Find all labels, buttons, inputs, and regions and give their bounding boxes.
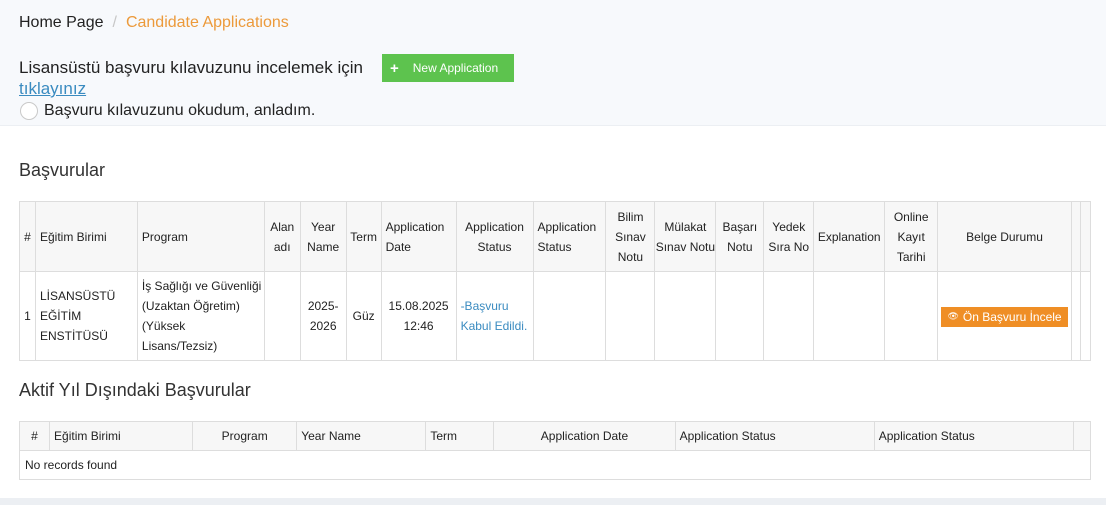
applications-header-row: # Eğitim Birimi Program Alan adı Year Na… — [19, 201, 1092, 272]
row-extra-2 — [1079, 271, 1092, 361]
row-science-score — [605, 271, 656, 361]
applications-title: Başvurular — [19, 160, 106, 180]
guide-read-label: Başvuru kılavuzunu okudum, anladım. — [44, 102, 316, 119]
new-application-button[interactable]: + New Application — [382, 54, 514, 82]
col-explanation: Explanation — [813, 201, 886, 272]
row-document-status: 👁 Ön Başvuru İncele — [937, 271, 1072, 361]
col-year: Year Name — [299, 201, 347, 272]
inactive-col-status: Application Status — [674, 421, 875, 451]
row-online-reg-date — [884, 271, 939, 361]
table-row: No records found — [19, 450, 1091, 480]
no-records-text: No records found — [19, 450, 1091, 480]
new-application-label: New Application — [412, 61, 499, 75]
col-no: # — [19, 201, 36, 272]
inactive-col-no: # — [18, 421, 51, 451]
row-program: İş Sağlığı ve Güvenliği (Uzaktan Öğretim… — [136, 271, 265, 361]
row-status-2 — [532, 271, 607, 361]
inactive-col-status-2: Application Status — [873, 421, 1074, 451]
breadcrumb-separator: / — [112, 14, 117, 31]
col-field: Alan adı — [263, 201, 301, 272]
guide-read-radio[interactable] — [20, 102, 38, 120]
col-interview-score: Mülakat Sınav Notu — [654, 201, 717, 272]
applications-table: # Eğitim Birimi Program Alan adı Year Na… — [19, 201, 1092, 361]
breadcrumb-home[interactable]: Home Page — [19, 14, 104, 32]
footer-bar — [0, 498, 1106, 505]
row-year: 2025-2026 — [299, 271, 347, 361]
inactive-col-program: Program — [192, 421, 298, 451]
col-term: Term — [345, 201, 382, 272]
inactive-applications-title: Aktif Yıl Dışındaki Başvurular — [19, 380, 251, 400]
guide-link[interactable]: tıklayınız — [19, 79, 86, 99]
row-term: Güz — [345, 271, 382, 361]
col-document-status: Belge Durumu — [937, 201, 1072, 272]
inactive-applications-table: # Eğitim Birimi Program Year Name Term A… — [18, 421, 1092, 480]
col-success-score: Başarı Notu — [715, 201, 765, 272]
breadcrumb: Home Page / Candidate Applications — [19, 14, 289, 32]
table-row: 1 LİSANSÜSTÜ EĞİTİM ENSTİTÜSÜ İş Sağlığı… — [19, 271, 1092, 361]
row-status[interactable]: -Başvuru Kabul Edildi. — [455, 271, 534, 361]
col-status: Application Status — [455, 201, 534, 272]
inactive-col-unit: Eğitim Birimi — [49, 421, 194, 451]
col-status-2: Application Status — [532, 201, 607, 272]
row-interview-score — [654, 271, 717, 361]
col-date: Application Date — [380, 201, 457, 272]
guide-read-radio-row[interactable]: Başvuru kılavuzunu okudum, anladım. — [19, 102, 315, 120]
col-extra-2 — [1079, 201, 1092, 272]
row-success-score — [715, 271, 765, 361]
col-unit: Eğitim Birimi — [34, 201, 138, 272]
row-reserve-no — [763, 271, 815, 361]
row-extra-1 — [1070, 271, 1081, 361]
col-program: Program — [136, 201, 265, 272]
row-unit: LİSANSÜSTÜ EĞİTİM ENSTİTÜSÜ — [34, 271, 138, 361]
inactive-header-row: # Eğitim Birimi Program Year Name Term A… — [18, 421, 1092, 451]
breadcrumb-current: Candidate Applications — [125, 14, 289, 31]
top-panel: Home Page / Candidate Applications Lisan… — [0, 0, 1106, 126]
review-application-button[interactable]: 👁 Ön Başvuru İncele — [941, 306, 1068, 327]
col-reserve-no: Yedek Sıra No — [763, 201, 815, 272]
inactive-col-date: Application Date — [493, 421, 676, 451]
row-explanation — [813, 271, 886, 361]
col-online-reg-date: Online Kayıt Tarihi — [884, 201, 939, 272]
row-date: 15.08.2025 12:46 — [380, 271, 457, 361]
eye-icon: 👁 — [947, 311, 959, 322]
col-extra-1 — [1070, 201, 1081, 272]
inactive-col-extra — [1072, 421, 1092, 451]
col-science-score: Bilim Sınav Notu — [605, 201, 656, 272]
row-no: 1 — [19, 271, 36, 361]
row-field — [263, 271, 301, 361]
guide-text: Lisansüstü başvuru kılavuzunu incelemek … — [19, 58, 363, 77]
inactive-col-term: Term — [425, 421, 495, 451]
plus-icon: + — [390, 59, 399, 77]
review-application-label: Ön Başvuru İncele — [962, 309, 1062, 324]
inactive-col-year: Year Name — [296, 421, 427, 451]
